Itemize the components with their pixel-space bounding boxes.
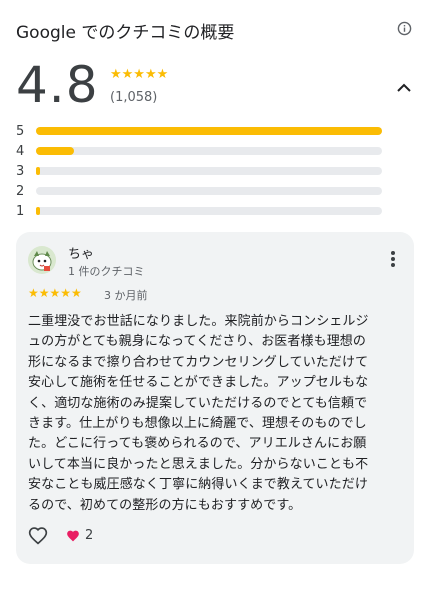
rating-row-label: 4 (16, 144, 25, 159)
rating-bar-track (36, 167, 382, 175)
average-rating: 4.8 (16, 56, 99, 114)
rating-row-5: 5 (16, 124, 386, 144)
info-icon[interactable] (397, 21, 412, 36)
avatar[interactable] (28, 246, 56, 274)
rating-row-4: 4 (16, 144, 386, 164)
more-vert-icon[interactable] (390, 250, 396, 268)
review-text-line: ュの方がとても親身になってくださり、お医者様も理想の (28, 334, 367, 350)
review-text-line: いして本当に良かったと思えました。分からないことも不 (28, 456, 369, 472)
rating-distribution: 5 4 3 2 1 (16, 124, 386, 224)
rating-summary: 4.8 ★★★★★ (1,058) (16, 56, 416, 120)
review-text-line: 安なことも威圧感なく丁寧に納得いくまで教えていただけ (28, 477, 368, 493)
rating-row-label: 1 (16, 204, 25, 219)
review-text-line: た。どこに行っても褒められるので、アリエルさんにお願 (28, 436, 367, 452)
rating-bar-track (36, 187, 382, 195)
review-text-line: るので、初めての整形の方にもおすすめです。 (28, 497, 302, 513)
rating-bar-track (36, 207, 382, 215)
like-heart-icon[interactable] (28, 526, 48, 545)
average-stars: ★★★★★ (110, 67, 169, 82)
rating-bar-fill (36, 127, 382, 135)
rating-bar-track (36, 127, 382, 135)
rating-bar-fill (36, 147, 75, 155)
reviewer-review-count: 1 件のクチコミ (68, 265, 145, 278)
rating-bar-fill (36, 167, 41, 175)
rating-row-label: 2 (16, 184, 25, 199)
rating-row-2: 2 (16, 184, 386, 204)
review-text-line: く、適切な施術のみ提案していただけるのでとても信頼で (28, 395, 368, 411)
review-text-line: 形になるまで擦り合わせてカウンセリングしていただけて (28, 354, 369, 370)
review-text-line: きます。仕上がりも想像以上に綺麗で、理想そのものでし (28, 416, 367, 432)
rating-bar-fill (36, 207, 41, 215)
rating-row-3: 3 (16, 164, 386, 184)
review-card: ちゃ 1 件のクチコミ ★★★★★ 3 か月前 二重埋没でお世話になりました。来… (16, 232, 414, 564)
review-text-line: 安心して施術を任せることができました。アップセルもな (28, 375, 369, 391)
reviews-summary-header: Google でのクチコミの概要 (16, 16, 414, 44)
chevron-up-icon[interactable] (396, 80, 412, 96)
review-text: 二重埋没でお世話になりました。来院前からコンシェルジ ュの方がとても親身になってく… (28, 312, 402, 516)
review-count: (1,058) (110, 90, 158, 105)
review-time: 3 か月前 (104, 289, 148, 302)
heart-reaction-icon (67, 530, 79, 542)
review-text-line: 二重埋没でお世話になりました。来院前からコンシェルジ (28, 314, 369, 329)
page-title: Google でのクチコミの概要 (16, 23, 235, 43)
review-stars: ★★★★★ (28, 286, 82, 300)
rating-row-1: 1 (16, 204, 386, 224)
reaction-count: 2 (85, 528, 94, 543)
rating-row-label: 5 (16, 124, 25, 139)
reviewer-name[interactable]: ちゃ (68, 243, 94, 262)
rating-row-label: 3 (16, 164, 25, 179)
rating-bar-track (36, 147, 382, 155)
